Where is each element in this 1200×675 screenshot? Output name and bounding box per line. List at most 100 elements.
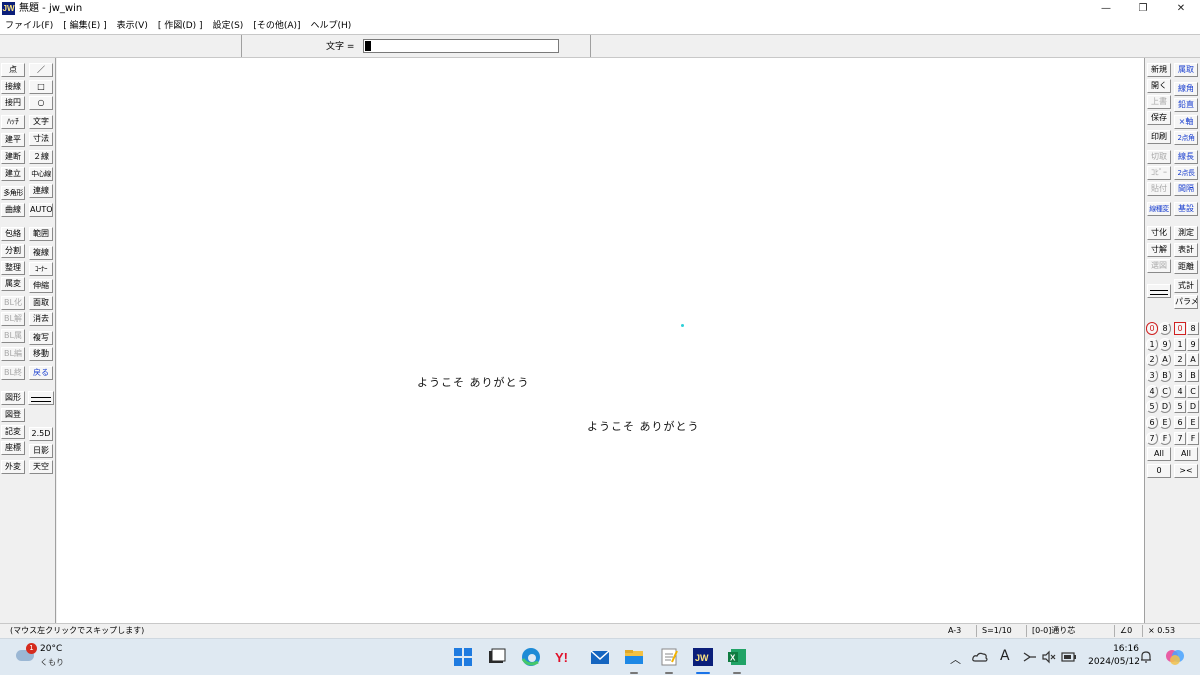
layer-group-d[interactable]: D [1159,400,1171,413]
close-button[interactable]: ✕ [1162,0,1200,18]
tool-erase[interactable]: 消去 [29,312,53,326]
tool-tangent-line[interactable]: 接線 [1,80,25,94]
status-factor[interactable]: × 0.53 [1148,624,1175,638]
menu-help[interactable]: ヘルプ(H) [306,18,357,34]
layer-group-b[interactable]: B [1159,369,1171,382]
edge-browser-icon[interactable] [520,647,542,667]
tool-dim-create[interactable]: 寸化 [1147,226,1171,240]
layer-b[interactable]: B [1187,369,1199,382]
layer-group-0[interactable]: 0 [1146,322,1158,335]
layer-group-5[interactable]: 5 [1146,400,1158,413]
notification-bell-icon[interactable] [1139,650,1153,664]
menu-other[interactable]: [その他(A)] [248,18,305,34]
layer-group-4[interactable]: 4 [1146,385,1158,398]
tool-rectangle[interactable]: □ [29,80,53,94]
minimize-button[interactable]: — [1087,0,1125,18]
clock-time[interactable]: 16:16 [1105,644,1139,654]
tool-two-point-angle[interactable]: 2点角 [1174,131,1198,145]
status-paper-size[interactable]: A-3 [948,624,961,638]
layer-group-a[interactable]: A [1159,353,1171,366]
layer-2[interactable]: 2 [1174,353,1186,366]
mail-icon[interactable] [589,647,611,667]
chevron-up-icon[interactable]: ︿ [950,651,961,667]
line-type-selector[interactable] [28,391,54,405]
copilot-icon[interactable] [1164,647,1186,667]
tool-select-figure[interactable]: 選図 [1147,259,1171,273]
tool-attribute-change[interactable]: 属変 [1,277,25,291]
tool-chamfer[interactable]: 面取 [29,296,53,310]
tool-arch-section[interactable]: 建断 [1,150,25,164]
weather-temperature[interactable]: 20°C [40,644,62,654]
weather-condition[interactable]: くもり [40,657,64,668]
tool-copy[interactable]: 複写 [29,331,53,345]
layer-group-f[interactable]: F [1159,432,1171,445]
tool-open-file[interactable]: 開く [1147,79,1171,93]
text-input[interactable] [363,39,559,53]
layer-d[interactable]: D [1187,400,1199,413]
tool-figure[interactable]: 図形 [1,391,25,405]
tool-move[interactable]: 移動 [29,347,53,361]
tool-divide[interactable]: 分割 [1,244,25,258]
tool-coordinates[interactable]: 座標 [1,441,25,455]
tool-arch-plan[interactable]: 建平 [1,133,25,147]
menu-edit[interactable]: [ 編集(E) ] [58,18,111,34]
maximize-button[interactable]: ❐ [1124,0,1162,18]
battery-icon[interactable] [1060,650,1078,664]
onedrive-cloud-icon[interactable] [971,649,989,665]
tool-line-angle[interactable]: 線角 [1174,82,1198,96]
drawing-canvas[interactable]: ようこそ ありがとう ようこそ ありがとう [57,58,1144,623]
tool-auto[interactable]: AUTO [29,203,53,217]
windows-start-icon[interactable] [452,647,474,667]
layer-toggle-button[interactable]: >< [1174,464,1198,478]
layer-group-zero-button[interactable]: 0 [1147,464,1171,478]
tool-block-explode[interactable]: BL解 [1,312,25,326]
status-layer[interactable]: [0-0]通り芯 [1032,624,1075,638]
layer-5[interactable]: 5 [1174,400,1186,413]
tool-double-line[interactable]: ２線 [29,150,53,164]
tool-dim-explode[interactable]: 寸解 [1147,243,1171,257]
tool-overwrite[interactable]: 上書 [1147,95,1171,109]
layer-group-8[interactable]: 8 [1159,322,1171,335]
clock-date[interactable]: 2024/05/12 [1086,657,1140,667]
menu-settings[interactable]: 設定(S) [208,18,249,34]
tool-perpendicular[interactable]: 鉛直 [1174,98,1198,112]
tool-polygon[interactable]: 多角形 [1,186,25,200]
tool-symbol-change[interactable]: 記変 [1,425,25,439]
layer-group-all-button[interactable]: All [1147,447,1171,461]
tool-external-change[interactable]: 外変 [1,460,25,474]
tool-sun-shadow[interactable]: 日影 [29,444,53,458]
excel-icon[interactable]: X [726,647,748,667]
tool-copy-clip[interactable]: ｺﾋﾟｰ [1147,166,1171,180]
tool-distance[interactable]: 距離 [1174,260,1198,274]
layer-group-e[interactable]: E [1159,416,1171,429]
tool-interval[interactable]: 間隔 [1174,182,1198,196]
notepad-icon[interactable] [658,647,680,667]
tool-new-file[interactable]: 新規 [1147,63,1171,77]
tool-block-edit[interactable]: BL編 [1,347,25,361]
tool-envelope[interactable]: 包絡 [1,227,25,241]
line-width-selector[interactable] [1147,284,1171,298]
layer-group-3[interactable]: 3 [1146,369,1158,382]
menu-draw[interactable]: [ 作図(D) ] [153,18,208,34]
tool-block-create[interactable]: BL化 [1,296,25,310]
tool-save[interactable]: 保存 [1147,111,1171,125]
tool-organize[interactable]: 整理 [1,261,25,275]
tool-two-point-length[interactable]: 2点長 [1174,166,1198,180]
file-explorer-icon[interactable] [623,647,645,667]
tool-point[interactable]: 点 [1,63,25,77]
layer-0[interactable]: 0 [1174,322,1186,335]
tool-corner[interactable]: ｺｰﾅｰ [29,262,53,276]
tool-base-setting[interactable]: 基設 [1174,202,1198,216]
tool-curve[interactable]: 曲線 [1,203,25,217]
tool-tangent-circle[interactable]: 接円 [1,96,25,110]
tool-arch-elevation[interactable]: 建立 [1,167,25,181]
tool-line[interactable]: ／ [29,63,53,77]
yahoo-icon[interactable]: Y! [554,647,576,667]
tool-line-length[interactable]: 線長 [1174,150,1198,164]
tool-print[interactable]: 印刷 [1147,130,1171,144]
layer-a[interactable]: A [1187,353,1199,366]
tool-x-axis[interactable]: ×軸 [1174,115,1198,129]
tool-hatch[interactable]: ﾊｯﾁ [1,115,25,129]
tool-range[interactable]: 範囲 [29,227,53,241]
tool-sky-factor[interactable]: 天空 [29,460,53,474]
